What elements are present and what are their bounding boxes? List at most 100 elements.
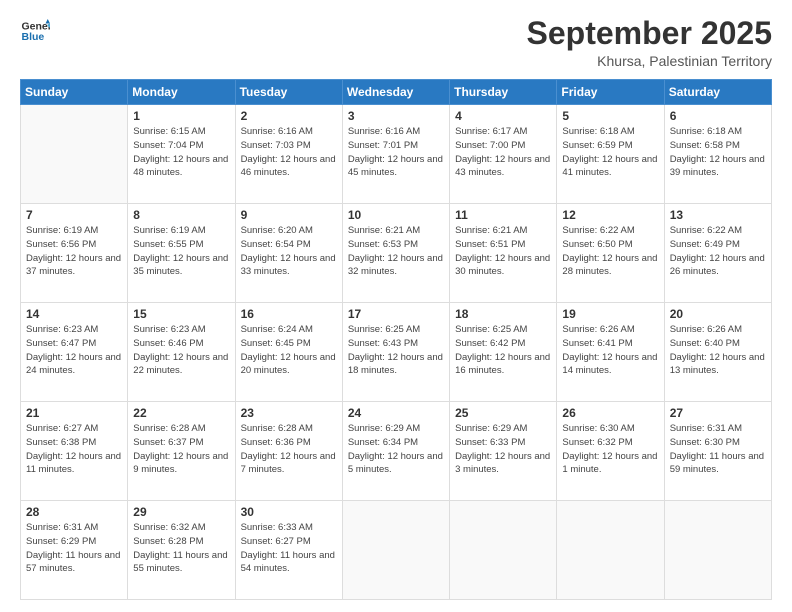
sunrise-text: Sunrise: 6:19 AM — [26, 225, 98, 236]
table-row: 21 Sunrise: 6:27 AM Sunset: 6:38 PM Dayl… — [21, 402, 128, 501]
daylight-text: Daylight: 12 hours and 18 minutes. — [348, 352, 443, 377]
svg-text:Blue: Blue — [22, 31, 45, 43]
sunset-text: Sunset: 6:54 PM — [241, 239, 311, 250]
sun-info: Sunrise: 6:33 AM Sunset: 6:27 PM Dayligh… — [241, 521, 337, 576]
sunset-text: Sunset: 6:56 PM — [26, 239, 96, 250]
logo-icon: General Blue — [20, 16, 50, 46]
table-row: 20 Sunrise: 6:26 AM Sunset: 6:40 PM Dayl… — [664, 303, 771, 402]
table-row: 23 Sunrise: 6:28 AM Sunset: 6:36 PM Dayl… — [235, 402, 342, 501]
day-number: 15 — [133, 307, 229, 321]
table-row — [450, 501, 557, 600]
sun-info: Sunrise: 6:28 AM Sunset: 6:36 PM Dayligh… — [241, 422, 337, 477]
table-row: 1 Sunrise: 6:15 AM Sunset: 7:04 PM Dayli… — [128, 105, 235, 204]
sun-info: Sunrise: 6:32 AM Sunset: 6:28 PM Dayligh… — [133, 521, 229, 576]
table-row: 24 Sunrise: 6:29 AM Sunset: 6:34 PM Dayl… — [342, 402, 449, 501]
table-row: 13 Sunrise: 6:22 AM Sunset: 6:49 PM Dayl… — [664, 204, 771, 303]
sun-info: Sunrise: 6:29 AM Sunset: 6:33 PM Dayligh… — [455, 422, 551, 477]
table-row: 14 Sunrise: 6:23 AM Sunset: 6:47 PM Dayl… — [21, 303, 128, 402]
table-row: 26 Sunrise: 6:30 AM Sunset: 6:32 PM Dayl… — [557, 402, 664, 501]
day-number: 12 — [562, 208, 658, 222]
sunset-text: Sunset: 7:04 PM — [133, 140, 203, 151]
sunset-text: Sunset: 6:40 PM — [670, 338, 740, 349]
table-row: 19 Sunrise: 6:26 AM Sunset: 6:41 PM Dayl… — [557, 303, 664, 402]
day-number: 23 — [241, 406, 337, 420]
daylight-text: Daylight: 12 hours and 7 minutes. — [241, 451, 336, 476]
sunset-text: Sunset: 6:34 PM — [348, 437, 418, 448]
table-row: 25 Sunrise: 6:29 AM Sunset: 6:33 PM Dayl… — [450, 402, 557, 501]
daylight-text: Daylight: 11 hours and 57 minutes. — [26, 550, 120, 575]
day-number: 5 — [562, 109, 658, 123]
day-number: 11 — [455, 208, 551, 222]
sun-info: Sunrise: 6:25 AM Sunset: 6:43 PM Dayligh… — [348, 323, 444, 378]
sun-info: Sunrise: 6:18 AM Sunset: 6:58 PM Dayligh… — [670, 125, 766, 180]
calendar-week-row: 28 Sunrise: 6:31 AM Sunset: 6:29 PM Dayl… — [21, 501, 772, 600]
table-row — [664, 501, 771, 600]
sun-info: Sunrise: 6:30 AM Sunset: 6:32 PM Dayligh… — [562, 422, 658, 477]
day-number: 8 — [133, 208, 229, 222]
title-section: September 2025 Khursa, Palestinian Terri… — [527, 16, 772, 69]
table-row: 30 Sunrise: 6:33 AM Sunset: 6:27 PM Dayl… — [235, 501, 342, 600]
table-row: 18 Sunrise: 6:25 AM Sunset: 6:42 PM Dayl… — [450, 303, 557, 402]
sunrise-text: Sunrise: 6:18 AM — [562, 126, 634, 137]
sun-info: Sunrise: 6:19 AM Sunset: 6:55 PM Dayligh… — [133, 224, 229, 279]
page: General Blue September 2025 Khursa, Pale… — [0, 0, 792, 612]
logo: General Blue — [20, 16, 50, 46]
table-row: 22 Sunrise: 6:28 AM Sunset: 6:37 PM Dayl… — [128, 402, 235, 501]
day-number: 16 — [241, 307, 337, 321]
day-number: 24 — [348, 406, 444, 420]
sunrise-text: Sunrise: 6:29 AM — [348, 423, 420, 434]
day-number: 3 — [348, 109, 444, 123]
daylight-text: Daylight: 12 hours and 37 minutes. — [26, 253, 121, 278]
sunrise-text: Sunrise: 6:31 AM — [670, 423, 742, 434]
sunrise-text: Sunrise: 6:22 AM — [670, 225, 742, 236]
month-title: September 2025 — [527, 16, 772, 51]
day-number: 21 — [26, 406, 122, 420]
day-number: 18 — [455, 307, 551, 321]
table-row — [557, 501, 664, 600]
sun-info: Sunrise: 6:23 AM Sunset: 6:46 PM Dayligh… — [133, 323, 229, 378]
table-row: 9 Sunrise: 6:20 AM Sunset: 6:54 PM Dayli… — [235, 204, 342, 303]
sunset-text: Sunset: 6:28 PM — [133, 536, 203, 547]
daylight-text: Daylight: 12 hours and 45 minutes. — [348, 154, 443, 179]
sunrise-text: Sunrise: 6:24 AM — [241, 324, 313, 335]
daylight-text: Daylight: 12 hours and 48 minutes. — [133, 154, 228, 179]
sunset-text: Sunset: 6:33 PM — [455, 437, 525, 448]
day-number: 13 — [670, 208, 766, 222]
daylight-text: Daylight: 12 hours and 39 minutes. — [670, 154, 765, 179]
col-friday: Friday — [557, 80, 664, 105]
day-number: 22 — [133, 406, 229, 420]
day-number: 30 — [241, 505, 337, 519]
daylight-text: Daylight: 12 hours and 33 minutes. — [241, 253, 336, 278]
day-number: 7 — [26, 208, 122, 222]
sunset-text: Sunset: 7:00 PM — [455, 140, 525, 151]
day-number: 20 — [670, 307, 766, 321]
sunrise-text: Sunrise: 6:23 AM — [26, 324, 98, 335]
day-number: 4 — [455, 109, 551, 123]
sunrise-text: Sunrise: 6:19 AM — [133, 225, 205, 236]
sun-info: Sunrise: 6:21 AM Sunset: 6:51 PM Dayligh… — [455, 224, 551, 279]
daylight-text: Daylight: 12 hours and 26 minutes. — [670, 253, 765, 278]
table-row: 12 Sunrise: 6:22 AM Sunset: 6:50 PM Dayl… — [557, 204, 664, 303]
day-number: 27 — [670, 406, 766, 420]
daylight-text: Daylight: 12 hours and 3 minutes. — [455, 451, 550, 476]
table-row: 8 Sunrise: 6:19 AM Sunset: 6:55 PM Dayli… — [128, 204, 235, 303]
sunset-text: Sunset: 6:51 PM — [455, 239, 525, 250]
sun-info: Sunrise: 6:27 AM Sunset: 6:38 PM Dayligh… — [26, 422, 122, 477]
sunrise-text: Sunrise: 6:29 AM — [455, 423, 527, 434]
sunrise-text: Sunrise: 6:27 AM — [26, 423, 98, 434]
sunrise-text: Sunrise: 6:26 AM — [562, 324, 634, 335]
table-row — [342, 501, 449, 600]
calendar-table: Sunday Monday Tuesday Wednesday Thursday… — [20, 79, 772, 600]
table-row: 16 Sunrise: 6:24 AM Sunset: 6:45 PM Dayl… — [235, 303, 342, 402]
sunrise-text: Sunrise: 6:23 AM — [133, 324, 205, 335]
sunrise-text: Sunrise: 6:15 AM — [133, 126, 205, 137]
location: Khursa, Palestinian Territory — [527, 53, 772, 69]
sun-info: Sunrise: 6:28 AM Sunset: 6:37 PM Dayligh… — [133, 422, 229, 477]
sunrise-text: Sunrise: 6:28 AM — [241, 423, 313, 434]
sunset-text: Sunset: 6:46 PM — [133, 338, 203, 349]
col-thursday: Thursday — [450, 80, 557, 105]
daylight-text: Daylight: 12 hours and 24 minutes. — [26, 352, 121, 377]
table-row — [21, 105, 128, 204]
daylight-text: Daylight: 11 hours and 55 minutes. — [133, 550, 227, 575]
day-number: 28 — [26, 505, 122, 519]
